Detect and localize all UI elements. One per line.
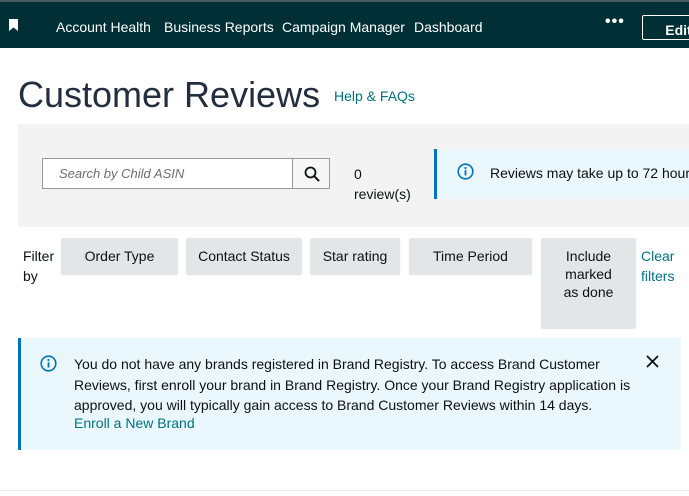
filter-contact-status[interactable]: Contact Status	[186, 238, 302, 274]
search-icon	[304, 166, 320, 182]
brand-registry-message: You do not have any brands registered in…	[74, 356, 631, 413]
filter-order-type[interactable]: Order Type	[61, 238, 178, 274]
brand-registry-alert: You do not have any brands registered in…	[18, 338, 681, 450]
filter-star-rating[interactable]: Star rating	[310, 238, 400, 274]
search-button[interactable]	[292, 158, 330, 189]
review-count-unit: review(s)	[354, 186, 411, 202]
info-icon	[457, 163, 474, 180]
review-count: 0 review(s)	[354, 164, 411, 204]
help-faqs-link[interactable]: Help & FAQs	[334, 88, 415, 104]
close-icon[interactable]	[646, 355, 659, 368]
top-navigation-bar: Account Health Business Reports Campaign…	[0, 0, 689, 48]
search-input[interactable]	[42, 158, 293, 189]
enroll-new-brand-link[interactable]: Enroll a New Brand	[74, 415, 195, 431]
info-icon	[40, 355, 57, 372]
reviews-delay-info-banner: Reviews may take up to 72 hours to appea…	[434, 149, 689, 199]
filter-by-label: Filter by	[23, 248, 55, 284]
filter-include-marked-as-done[interactable]: Include marked as done	[541, 238, 636, 328]
bookmark-icon[interactable]	[9, 19, 18, 31]
reviews-delay-text: Reviews may take up to 72 hours to appea…	[490, 165, 689, 181]
nav-business-reports[interactable]: Business Reports	[164, 19, 274, 35]
filter-time-period[interactable]: Time Period	[409, 238, 532, 274]
nav-campaign-manager[interactable]: Campaign Manager	[282, 19, 405, 35]
divider	[0, 490, 689, 491]
edit-button[interactable]: Edit	[642, 15, 689, 40]
nav-dashboard[interactable]: Dashboard	[414, 19, 483, 35]
clear-filters-link[interactable]: Clear filters	[641, 246, 686, 286]
review-count-value: 0	[354, 166, 362, 182]
nav-account-health[interactable]: Account Health	[56, 19, 151, 35]
more-menu-button[interactable]: •••	[605, 13, 625, 31]
page-title: Customer Reviews	[18, 74, 321, 115]
